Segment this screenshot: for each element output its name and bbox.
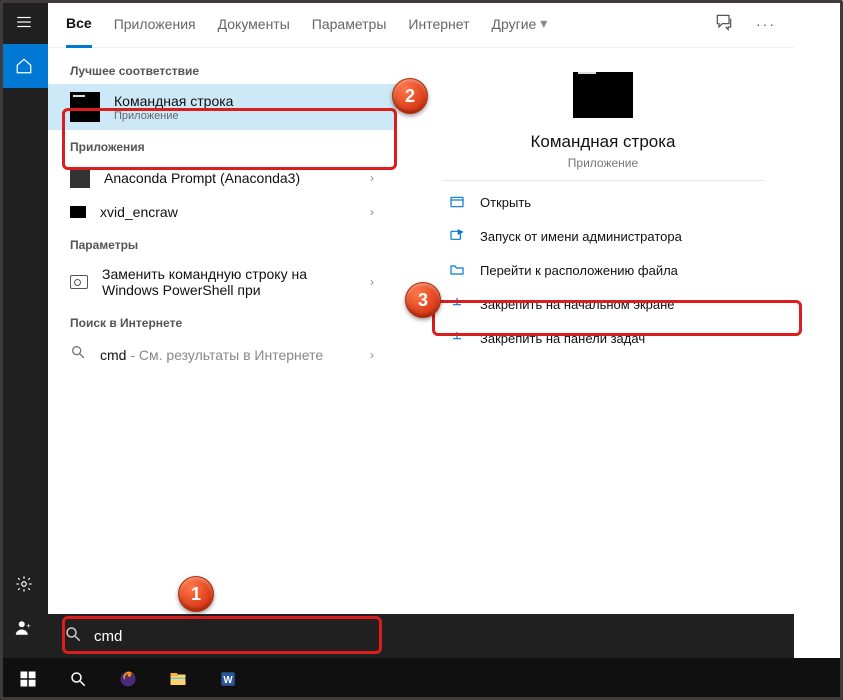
settings-icon [70,275,88,289]
cmd-icon [70,92,100,122]
search-icon [70,344,86,365]
preview-title: Командная строка [442,132,764,152]
home-button[interactable] [0,44,48,88]
action-pin-taskbar[interactable]: Закрепить на панели задач [442,321,764,355]
search-tabs: Все Приложения Документы Параметры Интер… [48,0,794,48]
taskbar-search-button[interactable] [54,658,102,700]
taskbar-word[interactable]: W [204,658,252,700]
options-icon[interactable]: ··· [756,16,776,32]
preview-app-icon [573,72,633,118]
chevron-right-icon: › [370,171,374,185]
search-input[interactable] [94,628,778,645]
taskbar-explorer[interactable] [154,658,202,700]
start-left-rail: + [0,0,48,658]
folder-icon [448,261,466,279]
start-button[interactable] [4,658,52,700]
pin-icon [448,295,466,313]
tab-all[interactable]: Все [66,1,92,48]
section-apps: Приложения [48,130,396,160]
section-web: Поиск в Интернете [48,306,396,336]
result-app-anaconda[interactable]: Anaconda Prompt (Anaconda3) › [48,160,396,196]
result-subtitle: Приложение [114,110,233,122]
svg-text:+: + [26,621,31,630]
chevron-right-icon: › [370,275,374,289]
app-icon [70,206,86,218]
chevron-right-icon: › [370,205,374,219]
preview-column: Командная строка Приложение Открыть Запу… [396,48,794,614]
account-rail-button[interactable]: + [0,606,48,650]
tab-apps[interactable]: Приложения [114,0,196,47]
section-best-match: Лучшее соответствие [48,54,396,84]
taskbar: W [0,658,843,700]
result-setting-powershell[interactable]: Заменить командную строку на Windows Pow… [48,258,396,306]
chevron-right-icon: › [370,348,374,362]
feedback-icon[interactable] [714,12,734,35]
admin-icon [448,227,466,245]
results-column: Лучшее соответствие Командная строка При… [48,48,396,614]
action-run-as-admin[interactable]: Запуск от имени администратора [442,219,764,253]
divider [442,180,764,181]
svg-text:W: W [223,675,233,686]
tab-web[interactable]: Интернет [408,0,469,47]
search-bar [48,614,794,658]
tab-more[interactable]: Другие ▾ [492,0,548,47]
action-open[interactable]: Открыть [442,185,764,219]
open-icon [448,193,466,211]
result-title: Командная строка [114,93,233,109]
tab-settings[interactable]: Параметры [312,0,387,47]
settings-rail-button[interactable] [0,562,48,606]
action-pin-start[interactable]: Закрепить на начальном экране [442,287,764,321]
search-icon [64,625,82,648]
result-best-match[interactable]: Командная строка Приложение [48,84,396,130]
tab-documents[interactable]: Документы [218,0,290,47]
result-web-cmd[interactable]: cmd - См. результаты в Интернете › [48,336,396,373]
preview-subtitle: Приложение [442,156,764,170]
action-open-location[interactable]: Перейти к расположению файла [442,253,764,287]
pin-icon [448,329,466,347]
taskbar-firefox[interactable] [104,658,152,700]
console-icon [70,168,90,188]
section-settings: Параметры [48,228,396,258]
hamburger-button[interactable] [0,0,48,44]
result-app-xvid[interactable]: xvid_encraw › [48,196,396,228]
search-panel: Все Приложения Документы Параметры Интер… [48,0,794,658]
